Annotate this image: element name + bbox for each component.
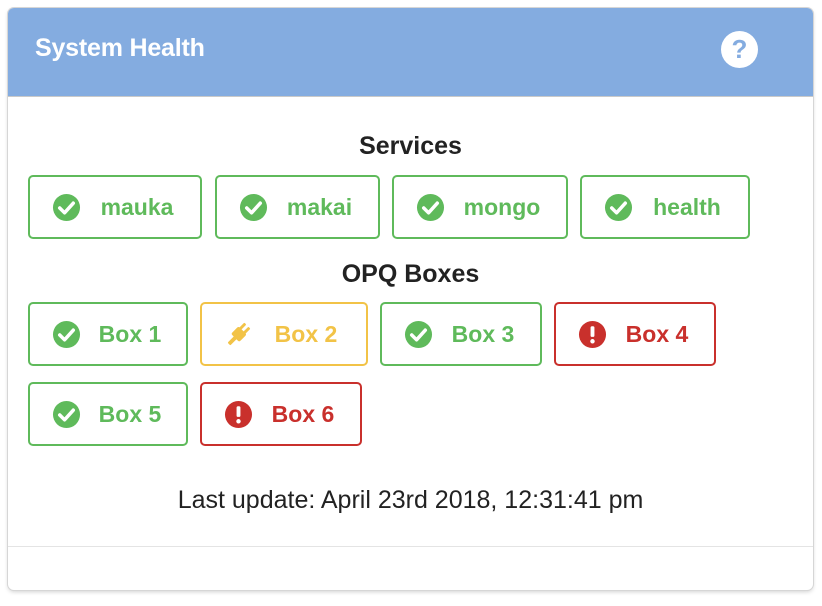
service-label: mongo	[463, 193, 541, 220]
box-label: Box 6	[271, 400, 335, 427]
card-footer-divider	[8, 546, 813, 547]
box-button-3[interactable]: Box 3	[380, 302, 542, 366]
card-title: System Health	[35, 34, 205, 62]
box-label: Box 2	[274, 320, 338, 347]
box-button-6[interactable]: Box 6	[200, 382, 362, 446]
box-button-5[interactable]: Box 5	[28, 382, 188, 446]
services-heading: Services	[359, 132, 462, 160]
question-circle-icon[interactable]: ?	[721, 31, 758, 68]
service-button-makai[interactable]: makai	[215, 175, 380, 239]
service-button-mauka[interactable]: mauka	[28, 175, 202, 239]
box-button-4[interactable]: Box 4	[554, 302, 716, 366]
box-label: Box 1	[98, 320, 162, 347]
service-button-mongo[interactable]: mongo	[392, 175, 568, 239]
service-button-health[interactable]: health	[580, 175, 750, 239]
box-label: Box 3	[451, 320, 515, 347]
service-label: mauka	[100, 193, 174, 220]
box-label: Box 5	[98, 400, 162, 427]
system-health-card: System Health ? Services mauka makai mon…	[8, 8, 813, 590]
service-label: makai	[286, 193, 353, 220]
box-button-1[interactable]: Box 1	[28, 302, 188, 366]
last-update-text: Last update: April 23rd 2018, 12:31:41 p…	[177, 486, 644, 514]
box-label: Box 4	[625, 320, 689, 347]
opq-boxes-heading: OPQ Boxes	[341, 260, 480, 288]
box-button-2[interactable]: Box 2	[200, 302, 368, 366]
service-label: health	[653, 193, 721, 220]
card-header: System Health ?	[8, 8, 813, 97]
